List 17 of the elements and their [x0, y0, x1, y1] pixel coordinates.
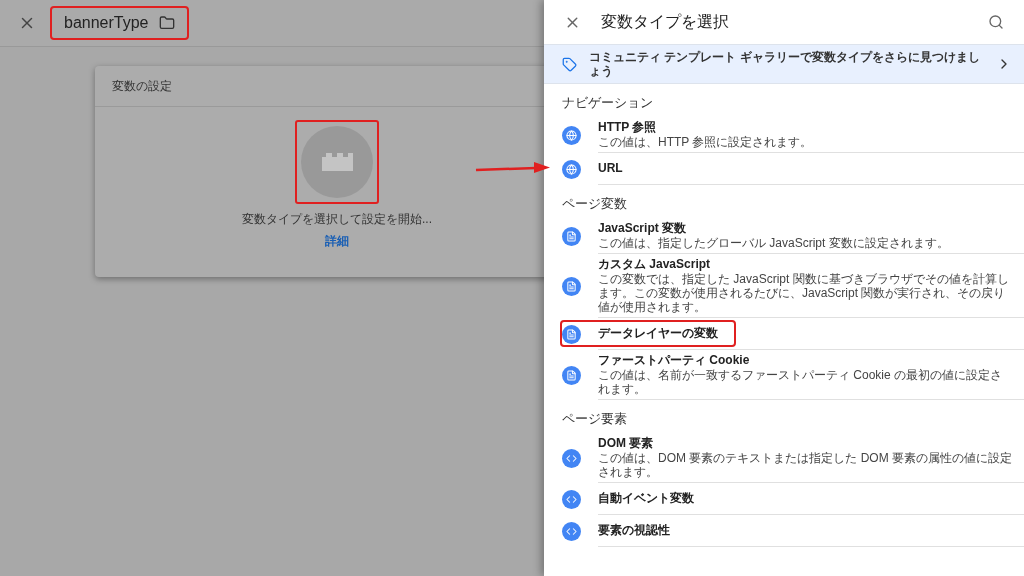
section-heading: ページ変数 [562, 194, 627, 213]
gallery-banner[interactable]: コミュニティ テンプレート ギャラリーで変数タイプをさらに見つけましょう [544, 44, 1024, 84]
variable-name-field[interactable]: bannerType [50, 6, 189, 40]
variable-type-item[interactable]: DOM 要素 この値は、DOM 要素のテキストまたは指定した DOM 要素の属性の値に設定されます。 [598, 433, 1024, 483]
section-heading: ページ要素 [562, 409, 627, 428]
variable-type-item[interactable]: URL [598, 153, 1024, 185]
panel-title: 変数タイプを選択 [601, 12, 730, 32]
variable-type-item[interactable]: JavaScript 変数 この値は、指定したグローバル JavaScript 変数に設定されます。 [598, 218, 1024, 254]
prompt-text: 変数タイプを選択して設定を開始... [242, 211, 432, 228]
section-heading: ナビゲーション [562, 93, 653, 112]
variable-type-item[interactable]: 自動イベント変数 [598, 483, 1024, 515]
card-title: 変数の設定 [112, 78, 172, 95]
variable-type-item[interactable]: データレイヤーの変数 [598, 318, 1024, 350]
variable-type-item[interactable]: カスタム JavaScript この変数では、指定した JavaScript 関数に基づきブラウザでその値を計算します。この変数が使用されるたびに、JavaScript 関数が実行され、その戻り値が使用されます。 [598, 254, 1024, 318]
variable-type-item[interactable]: ファーストパーティ Cookie この値は、名前が一致するファーストパーティ Cookie の最初の値に設定されます。 [598, 350, 1024, 400]
variable-type-item[interactable]: HTTP 参照 この値は、HTTP 参照に設定されます。 [598, 117, 1024, 153]
variable-type-item[interactable]: 要素の視認性 [598, 515, 1024, 547]
